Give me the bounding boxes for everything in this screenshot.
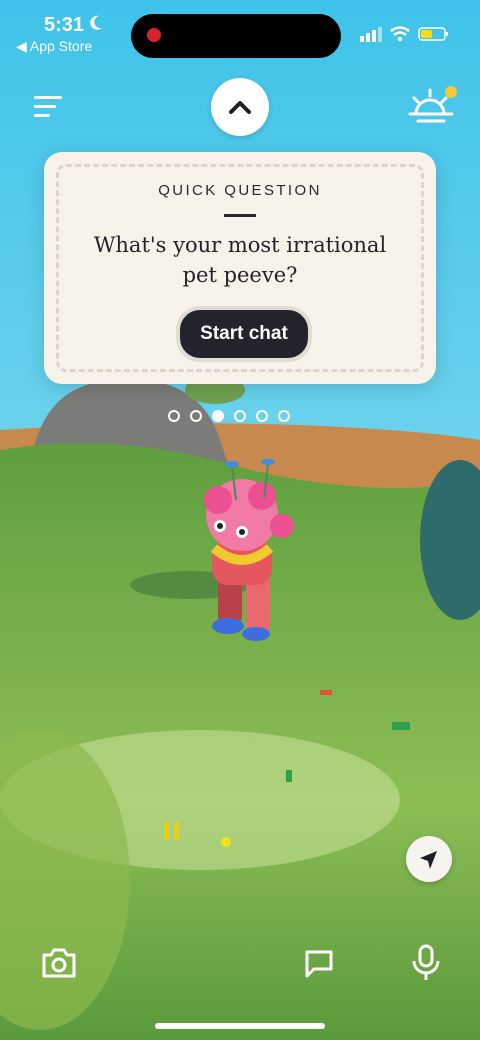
status-bar: 5:31 ◀ App Store xyxy=(0,0,480,70)
card-eyebrow: QUICK QUESTION xyxy=(158,182,322,199)
chat-bubble-icon[interactable] xyxy=(302,946,336,980)
card-question: What's your most irrational pet peeve? xyxy=(93,233,387,287)
microphone-icon[interactable] xyxy=(410,944,442,982)
back-to-app-store[interactable]: ◀ App Store xyxy=(16,38,92,55)
menu-icon[interactable] xyxy=(34,94,64,120)
pager-dot[interactable] xyxy=(190,410,202,422)
quick-question-card: QUICK QUESTION What's your most irration… xyxy=(44,152,436,384)
pager-dot[interactable] xyxy=(168,410,180,422)
sunrise-icon[interactable] xyxy=(406,84,458,126)
notification-dot-icon xyxy=(445,86,457,98)
dynamic-island xyxy=(131,14,341,58)
recenter-button[interactable] xyxy=(406,836,452,882)
camera-icon[interactable] xyxy=(40,946,78,980)
pager-dot[interactable] xyxy=(256,410,268,422)
battery-icon xyxy=(418,27,448,41)
recording-indicator-icon xyxy=(147,28,161,42)
chevron-up-icon xyxy=(229,101,251,114)
card-pager xyxy=(168,410,290,422)
navigation-arrow-icon xyxy=(420,851,437,869)
pager-dot-active[interactable] xyxy=(212,410,224,422)
card-divider xyxy=(224,214,256,217)
signal-icon xyxy=(360,27,382,42)
collapse-button[interactable] xyxy=(211,78,269,136)
pager-dot[interactable] xyxy=(234,410,246,422)
start-chat-button[interactable]: Start chat xyxy=(176,306,312,362)
pager-dot[interactable] xyxy=(278,410,290,422)
status-time: 5:31 xyxy=(44,14,85,36)
moon-icon xyxy=(90,15,102,30)
home-indicator[interactable] xyxy=(155,1023,325,1029)
wifi-icon xyxy=(390,26,410,42)
